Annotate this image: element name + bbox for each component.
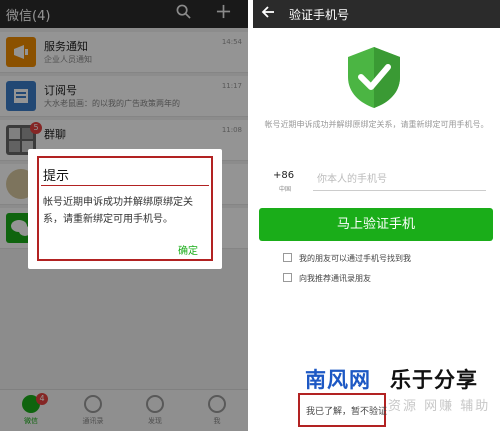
chat-list-screen: 微信(4) 服务通知 企业人员通知 14:54 订阅号 大水老鼠画：的以我的广告… [0,0,248,431]
confirm-button[interactable]: 确定 [178,242,198,257]
country-name: 中国 [279,186,292,193]
skip-verify-link[interactable]: 我已了解，暂不验证 [306,404,387,417]
phone-input[interactable] [313,168,486,191]
top-bar: 验证手机号 [253,0,500,28]
shield-check-icon [344,45,404,109]
find-me-checkbox[interactable] [283,253,292,262]
recommend-contacts-label: 向我推荐通讯录朋友 [299,274,371,283]
watermark-tags: 资源 网赚 辅助 [388,399,491,414]
dialog-divider [41,185,209,186]
dialog-title: 提示 [43,169,70,184]
country-code[interactable]: +86 [273,170,294,181]
dialog-message: 帐号近期申诉成功并解绑原绑定关系，请重新绑定可用手机号。 [43,197,193,225]
verify-phone-button[interactable]: 马上验证手机 [259,208,493,241]
watermark-site-name: 南风网 [305,368,371,392]
find-me-label: 我的朋友可以通过手机号找到我 [299,254,411,263]
back-arrow-icon[interactable] [261,5,275,23]
recommend-contacts-checkbox[interactable] [283,273,292,282]
page-title: 验证手机号 [289,8,350,22]
watermark-slogan: 乐于分享 [390,368,478,392]
alert-dialog: 提示 帐号近期申诉成功并解绑原绑定关系，请重新绑定可用手机号。 确定 [28,149,222,269]
verify-description: 帐号近期申诉成功并解绑原绑定关系，请重新绑定可用手机号。 [264,120,489,129]
